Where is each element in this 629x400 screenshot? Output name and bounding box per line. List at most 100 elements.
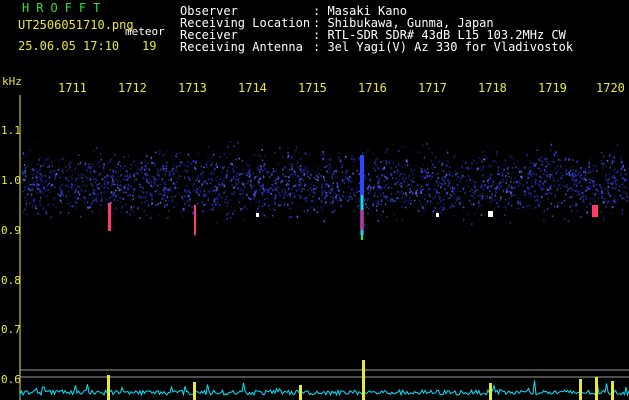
noise-pixel bbox=[94, 198, 97, 201]
noise-pixel bbox=[171, 169, 173, 173]
noise-pixel bbox=[213, 200, 216, 203]
noise-pixel bbox=[507, 203, 510, 206]
frequency-unit-label: kHz bbox=[2, 75, 22, 88]
noise-pixel bbox=[518, 181, 521, 184]
noise-pixel bbox=[398, 193, 401, 196]
noise-pixel bbox=[617, 169, 620, 172]
noise-pixel bbox=[157, 178, 160, 180]
noise-pixel bbox=[297, 161, 299, 163]
noise-pixel bbox=[145, 194, 147, 198]
noise-pixel bbox=[43, 181, 45, 184]
noise-pixel bbox=[127, 194, 129, 197]
noise-pixel bbox=[43, 188, 45, 191]
noise-pixel bbox=[611, 156, 613, 158]
noise-pixel bbox=[210, 173, 212, 175]
noise-pixel bbox=[554, 194, 557, 197]
noise-pixel bbox=[528, 187, 530, 190]
noise-pixel bbox=[578, 192, 580, 194]
noise-pixel bbox=[557, 154, 559, 156]
noise-pixel bbox=[54, 196, 57, 200]
noise-pixel bbox=[405, 177, 407, 180]
noise-pixel bbox=[489, 196, 491, 199]
noise-pixel bbox=[479, 177, 482, 179]
noise-pixel bbox=[516, 159, 519, 162]
noise-pixel bbox=[128, 176, 130, 179]
noise-pixel bbox=[50, 169, 52, 171]
noise-pixel bbox=[289, 169, 291, 172]
noise-pixel bbox=[376, 158, 378, 161]
noise-pixel bbox=[557, 169, 560, 172]
noise-pixel bbox=[226, 169, 229, 172]
noise-pixel bbox=[489, 176, 491, 179]
noise-pixel bbox=[570, 196, 572, 199]
noise-pixel bbox=[235, 178, 237, 181]
noise-pixel bbox=[46, 166, 49, 168]
noise-pixel bbox=[443, 203, 445, 206]
noise-pixel bbox=[620, 172, 622, 174]
noise-pixel bbox=[35, 173, 37, 175]
noise-pixel bbox=[590, 179, 592, 182]
noise-pixel bbox=[433, 188, 435, 191]
noise-pixel bbox=[199, 190, 202, 193]
noise-pixel bbox=[527, 205, 529, 208]
noise-pixel bbox=[142, 187, 145, 190]
noise-pixel bbox=[288, 163, 290, 165]
noise-pixel bbox=[581, 192, 583, 195]
noise-pixel bbox=[133, 172, 135, 175]
noise-pixel bbox=[288, 175, 290, 178]
noise-pixel bbox=[31, 193, 33, 195]
noise-pixel bbox=[113, 192, 116, 194]
noise-pixel bbox=[592, 184, 595, 187]
noise-pixel bbox=[422, 164, 424, 166]
noise-pixel bbox=[365, 177, 367, 180]
noise-pixel bbox=[614, 180, 616, 183]
noise-pixel bbox=[216, 165, 218, 169]
noise-pixel bbox=[437, 161, 439, 164]
noise-pixel bbox=[379, 169, 381, 172]
noise-pixel bbox=[538, 158, 541, 161]
noise-pixel bbox=[61, 169, 64, 172]
noise-pixel bbox=[284, 175, 286, 178]
noise-pixel bbox=[225, 173, 228, 175]
noise-pixel bbox=[148, 169, 151, 172]
noise-pixel bbox=[529, 161, 532, 165]
noise-pixel bbox=[26, 214, 28, 216]
noise-pixel bbox=[556, 189, 559, 191]
noise-pixel bbox=[111, 181, 113, 184]
noise-pixel bbox=[288, 184, 290, 186]
noise-pixel bbox=[569, 205, 572, 208]
noise-pixel bbox=[223, 165, 225, 168]
noise-pixel bbox=[404, 207, 407, 209]
noise-pixel bbox=[208, 178, 210, 181]
noise-pixel bbox=[604, 187, 606, 190]
noise-pixel bbox=[237, 198, 239, 201]
noise-pixel bbox=[465, 161, 467, 164]
noise-pixel bbox=[595, 165, 597, 167]
noise-pixel bbox=[81, 173, 84, 176]
noise-pixel bbox=[249, 169, 251, 171]
noise-pixel bbox=[397, 181, 399, 184]
noise-pixel bbox=[70, 183, 73, 186]
noise-pixel bbox=[621, 183, 624, 186]
noise-pixel bbox=[589, 157, 592, 159]
noise-pixel bbox=[165, 170, 167, 172]
noise-pixel bbox=[498, 173, 500, 175]
noise-pixel bbox=[381, 174, 383, 177]
noise-pixel bbox=[179, 164, 182, 166]
noise-pixel bbox=[238, 173, 241, 176]
noise-pixel bbox=[496, 177, 498, 179]
noise-pixel bbox=[144, 164, 147, 168]
noise-pixel bbox=[534, 190, 536, 193]
noise-pixel bbox=[263, 214, 266, 217]
trace-spike bbox=[489, 383, 492, 400]
noise-pixel bbox=[209, 182, 212, 184]
noise-pixel bbox=[404, 198, 407, 201]
noise-pixel bbox=[207, 172, 209, 174]
noise-pixel bbox=[549, 176, 551, 179]
noise-pixel bbox=[579, 180, 581, 183]
noise-pixel bbox=[220, 198, 223, 200]
noise-pixel bbox=[274, 197, 276, 200]
noise-pixel bbox=[325, 191, 327, 194]
noise-pixel bbox=[400, 191, 402, 194]
noise-pixel bbox=[25, 202, 28, 205]
